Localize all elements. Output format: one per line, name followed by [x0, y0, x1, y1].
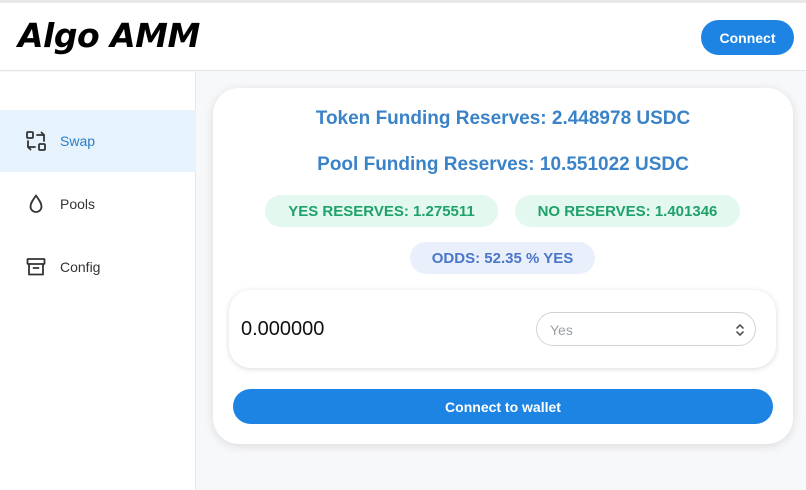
sidebar-item-label: Pools [60, 196, 96, 212]
droplet-icon [25, 193, 47, 215]
sidebar-item-label: Config [60, 259, 101, 275]
sidebar-item-label: Swap [60, 133, 96, 149]
swap-card: Token Funding Reserves: 2.448978 USDC Po… [213, 88, 793, 444]
pool-funding-reserves: Pool Funding Reserves: 10.551022 USDC [317, 154, 689, 175]
outcome-select-value: Yes [550, 322, 573, 338]
odds-badge: ODDS: 52.35 % YES [410, 242, 595, 274]
swap-input-box: Yes [229, 290, 776, 368]
token-funding-reserves: Token Funding Reserves: 2.448978 USDC [315, 108, 691, 129]
app-logo: Algo AMM [18, 16, 200, 55]
sidebar-item-config[interactable]: Config [0, 236, 196, 298]
outcome-select[interactable]: Yes [536, 312, 756, 346]
connect-to-wallet-button[interactable]: Connect to wallet [233, 389, 773, 424]
amount-input[interactable] [241, 314, 501, 344]
yes-reserves-badge: YES RESERVES: 1.275511 [265, 195, 498, 227]
sidebar: Swap Pools Config [0, 72, 196, 490]
connect-button[interactable]: Connect [701, 20, 794, 55]
top-header: Algo AMM Connect [0, 3, 806, 71]
sidebar-item-pools[interactable]: Pools [0, 173, 196, 235]
no-reserves-badge: NO RESERVES: 1.401346 [515, 195, 740, 227]
archive-icon [25, 256, 47, 278]
chevron-up-down-icon [735, 322, 745, 338]
swap-icon [25, 130, 47, 152]
sidebar-item-swap[interactable]: Swap [0, 110, 196, 172]
